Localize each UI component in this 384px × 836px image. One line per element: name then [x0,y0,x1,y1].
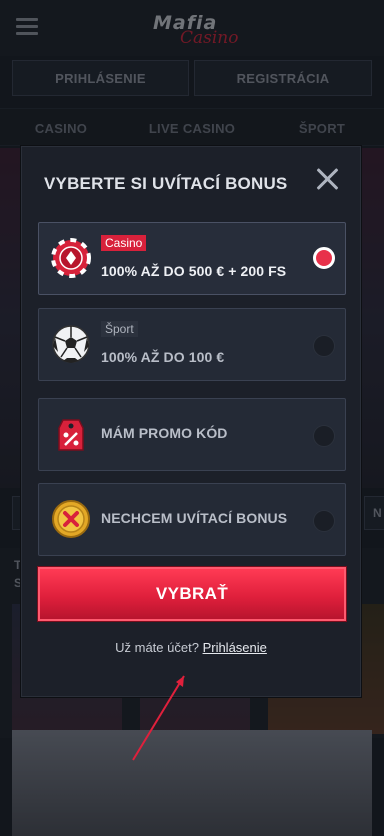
casino-badge: Casino [101,235,147,251]
login-prompt-line: Už máte účet? Prihlásenie [21,640,361,655]
bonus-option-casino[interactable]: Casino 100% AŽ DO 500 € + 200 FS [38,222,346,295]
radio-selected[interactable] [313,247,335,269]
sport-badge: Šport [101,321,138,337]
bonus-option-label: 100% AŽ DO 500 € + 200 FS [101,263,287,279]
radio-unselected[interactable] [313,335,335,357]
bonus-option-label: 100% AŽ DO 100 € [101,349,225,365]
bonus-option-no-bonus[interactable]: NECHCEM UVÍTACÍ BONUS [38,483,346,556]
radio-unselected[interactable] [313,510,335,532]
soccer-ball-icon [52,325,90,363]
percent-tag-icon [58,419,84,451]
radio-unselected[interactable] [313,425,335,447]
welcome-bonus-modal: VYBERTE SI UVÍTACÍ BONUS Casino 100% AŽ … [20,145,362,698]
modal-title: VYBERTE SI UVÍTACÍ BONUS [44,174,288,193]
page: Mafia Casino PRIHLÁSENIE REGISTRÁCIA CAS… [0,0,384,836]
close-icon[interactable] [315,166,341,192]
casino-chip-icon [51,238,91,278]
bonus-option-label: MÁM PROMO KÓD [101,425,228,441]
login-prompt-text: Už máte účet? [115,640,199,655]
bonus-option-promo-code[interactable]: MÁM PROMO KÓD [38,398,346,471]
bonus-option-label: NECHCEM UVÍTACÍ BONUS [101,510,288,526]
choose-button[interactable]: VYBRAŤ [38,567,346,621]
bonus-option-sport[interactable]: Šport 100% AŽ DO 100 € [38,308,346,381]
login-link[interactable]: Prihlásenie [203,640,267,655]
no-bonus-coin-icon [52,500,90,538]
